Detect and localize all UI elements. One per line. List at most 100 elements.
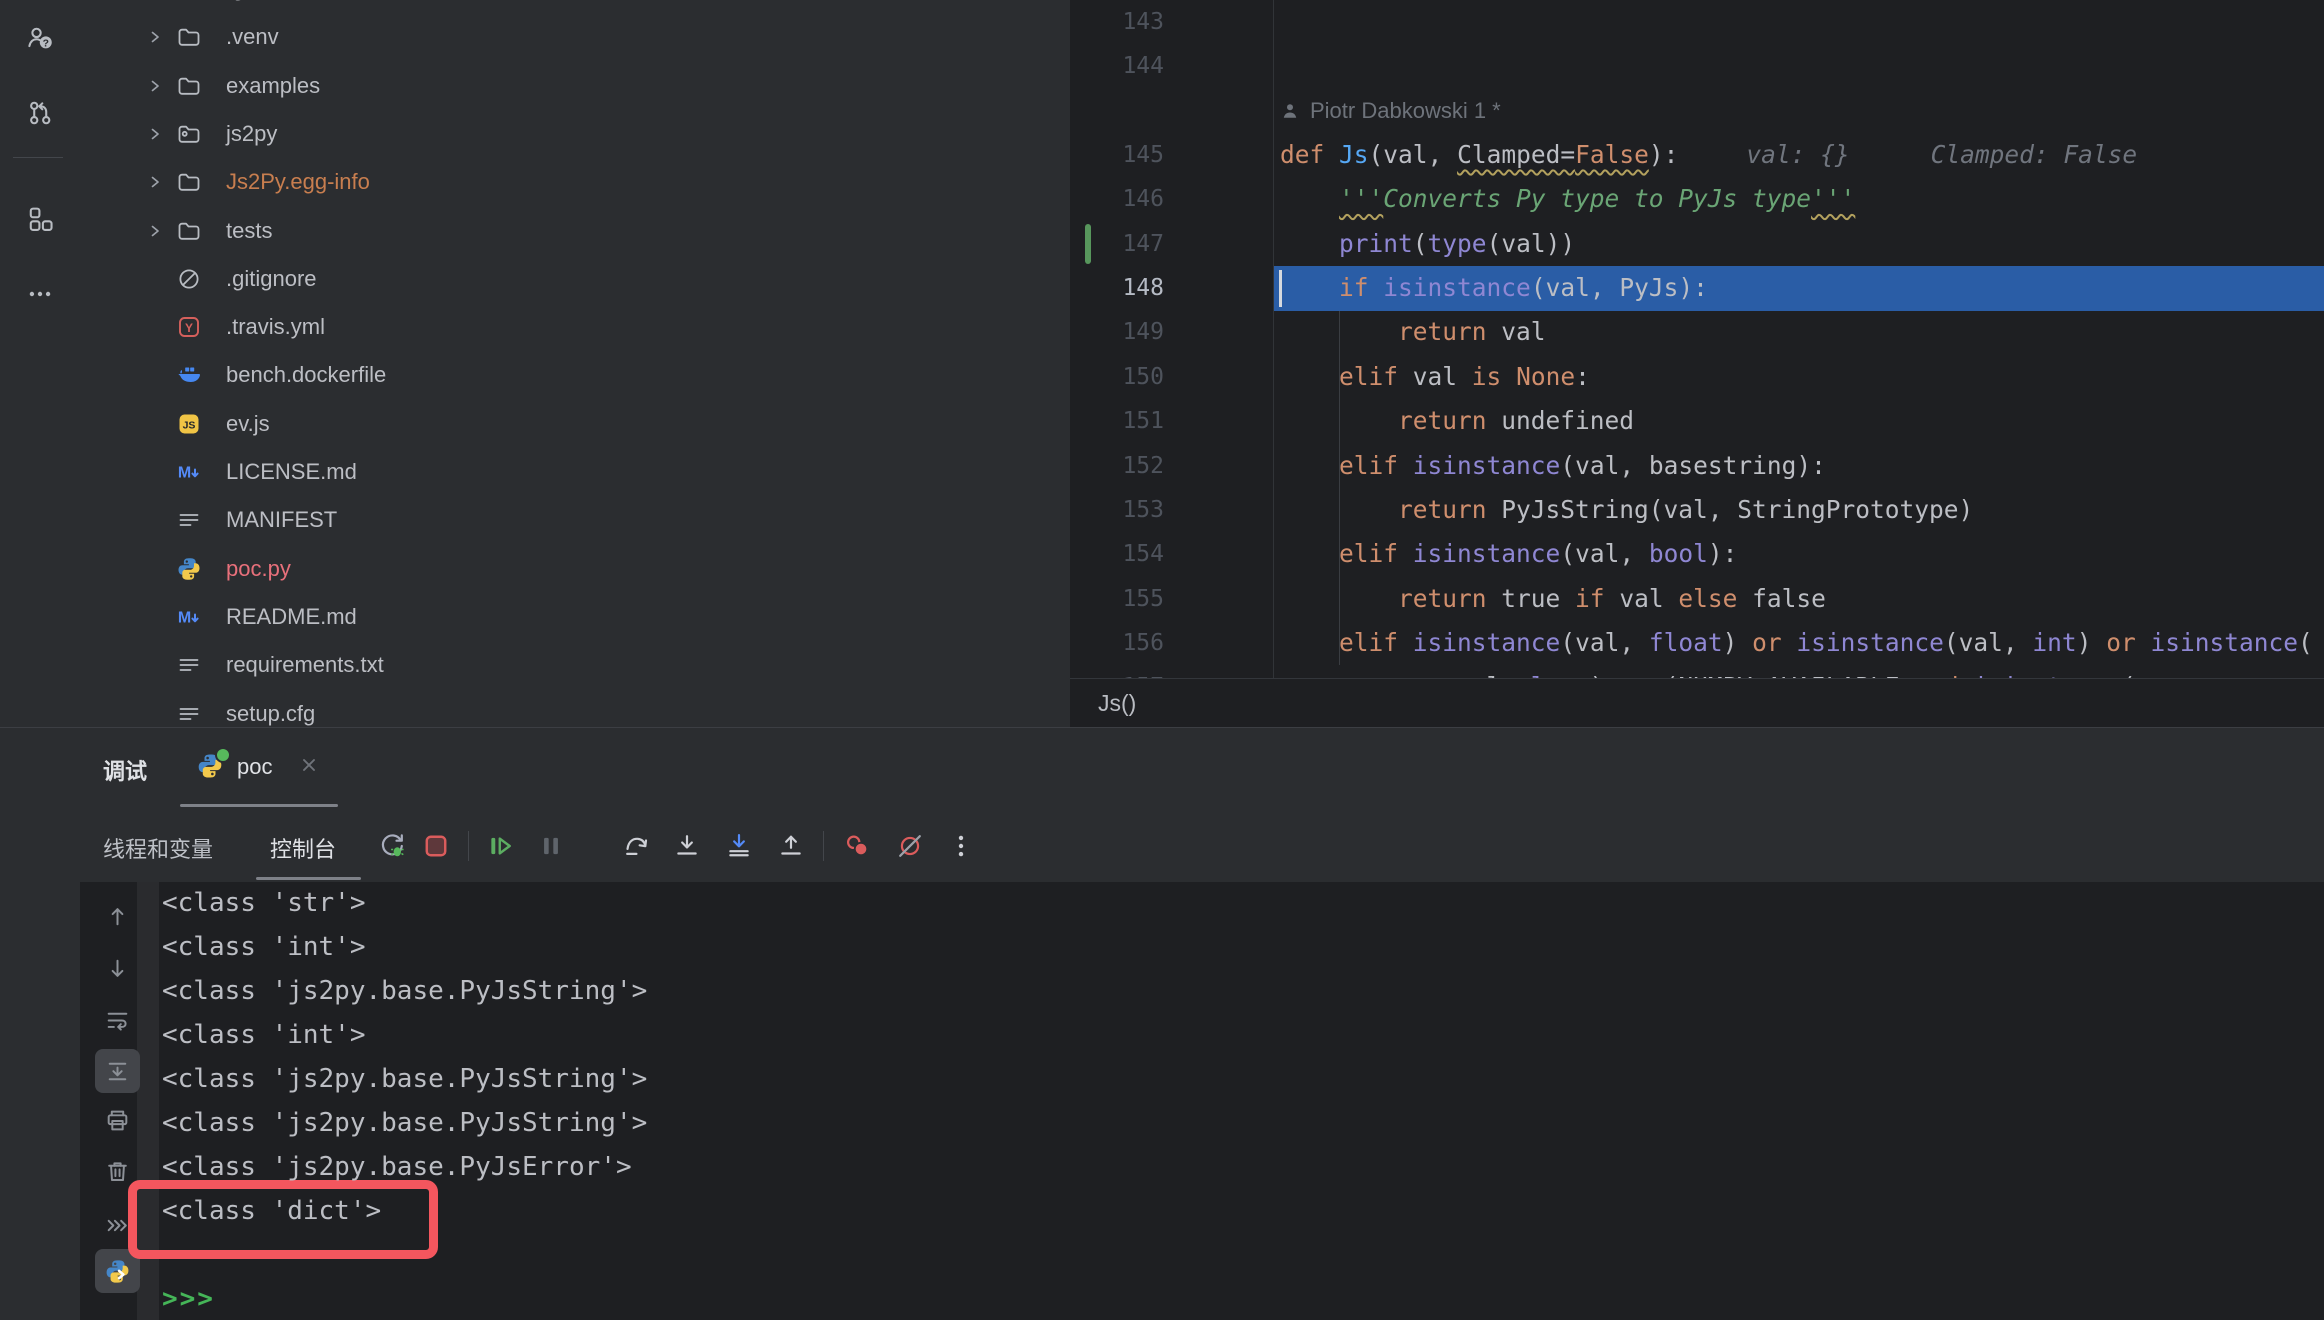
project-tree-panel[interactable]: .github .venv examplesjs2pyJs2Py.egg-info t… [80, 0, 1070, 727]
rerun-icon[interactable] [377, 831, 407, 861]
yaml-travis-icon: Y [176, 314, 202, 340]
up-icon[interactable] [104, 903, 131, 930]
chevron-right-icon[interactable] [146, 125, 164, 143]
line-number-150: 150 [1070, 355, 1164, 399]
user-help-icon[interactable]: ? [14, 12, 66, 64]
folder-icon [176, 24, 202, 50]
tree-item-label: js2py [226, 112, 277, 156]
code-editor[interactable]: Piotr Dabkowski 1 *def Js(val, Clamped=F… [1070, 0, 2324, 678]
view-breakpoints-icon[interactable] [843, 831, 873, 861]
tree-item-requirements-txt[interactable]: requirements.txt [80, 643, 1070, 687]
stop-icon[interactable] [421, 831, 451, 861]
text-file-icon [176, 507, 202, 533]
tree-item--gitignore[interactable]: .gitignore [80, 257, 1070, 301]
tree-item-js2py[interactable]: js2py [80, 112, 1070, 156]
tree-item-label: requirements.txt [226, 643, 384, 687]
print-icon[interactable] [104, 1107, 131, 1134]
tab-threads-variables[interactable]: 线程和变量 [103, 832, 213, 864]
code-line-146: '''Converts Py type to PyJs type''' [1280, 177, 1855, 221]
line-number-148: 148 [1070, 266, 1164, 310]
text-caret [1279, 270, 1282, 307]
chevron-right-icon[interactable] [146, 28, 164, 46]
tree-item--travis-yml[interactable]: Y.travis.yml [80, 305, 1070, 349]
line-number-149: 149 [1070, 310, 1164, 354]
tree-item-label: poc.py [226, 547, 291, 591]
debug-panel-title: 调试 [103, 754, 147, 786]
line-number-154: 154 [1070, 532, 1164, 576]
tree-item--github[interactable]: .github [80, 0, 1070, 11]
tab-console[interactable]: 控制台 [270, 832, 336, 864]
line-number-155: 155 [1070, 577, 1164, 621]
tree-item-label: tests [226, 209, 272, 253]
tree-item-label: examples [226, 64, 320, 108]
console-output-line: <class 'int'> [162, 925, 366, 969]
toolbar-separator [468, 831, 469, 861]
tree-item-label: .gitignore [226, 257, 317, 301]
markdown-icon: M [176, 459, 202, 485]
svg-text:M: M [178, 465, 191, 482]
code-line-154: elif isinstance(val, bool): [1280, 532, 1737, 576]
pause-icon[interactable] [536, 831, 566, 861]
tree-item-tests[interactable]: tests [80, 209, 1070, 253]
line-number-144: 144 [1070, 44, 1164, 88]
structure-icon[interactable] [14, 193, 66, 245]
javascript-icon: JS [176, 411, 202, 437]
author-annotation: Piotr Dabkowski 1 * [1280, 89, 1501, 133]
tree-item-poc-py[interactable]: poc.py [80, 547, 1070, 591]
svg-text:?: ? [43, 39, 49, 50]
code-line-151: return undefined [1280, 399, 1634, 443]
line-number-156: 156 [1070, 621, 1164, 665]
git-graph-icon[interactable] [14, 87, 66, 139]
code-line-148: if isinstance(val, PyJs): [1280, 266, 1708, 310]
more-icon[interactable] [14, 268, 66, 320]
code-line-155: return true if val else false [1280, 577, 1826, 621]
code-line-150: elif val is None: [1280, 355, 1590, 399]
step-into-icon[interactable] [672, 831, 702, 861]
tree-item-examples[interactable]: examples [80, 64, 1070, 108]
chevron-right-icon[interactable] [146, 77, 164, 95]
chevron-right-icon[interactable] [146, 173, 164, 191]
resume-icon[interactable] [485, 831, 515, 861]
more-vertical-icon[interactable] [946, 831, 976, 861]
code-line-152: elif isinstance(val, basestring): [1280, 444, 1826, 488]
svg-text:JS: JS [183, 419, 196, 431]
step-over-icon[interactable] [622, 831, 652, 861]
console-output-line: <class 'js2py.base.PyJsString'> [162, 1057, 647, 1101]
session-tab-poc[interactable]: poc [237, 754, 272, 780]
tree-item-readme-md[interactable]: MREADME.md [80, 595, 1070, 639]
tree-item-label: MANIFEST [226, 498, 337, 542]
force-step-into-icon[interactable] [724, 831, 754, 861]
tree-item-js2py-egg-info[interactable]: Js2Py.egg-info [80, 160, 1070, 204]
tree-item-label: .github [226, 0, 292, 11]
tree-item-manifest[interactable]: MANIFEST [80, 498, 1070, 542]
text-file-icon [176, 701, 202, 727]
console-output-line: <class 'js2py.base.PyJsError'> [162, 1145, 632, 1189]
tree-item-ev-js[interactable]: JS ev.js [80, 402, 1070, 446]
scroll-to-end-icon[interactable] [104, 1058, 131, 1085]
console-tab-indicator [256, 877, 361, 880]
mute-breakpoints-icon[interactable] [895, 831, 925, 861]
sidebar-divider [13, 157, 63, 158]
line-number-152: 152 [1070, 444, 1164, 488]
clear-icon[interactable] [104, 1158, 131, 1185]
breadcrumb-item[interactable]: Js() [1098, 690, 1136, 716]
line-number-151: 151 [1070, 399, 1164, 443]
console-output-line: <class 'js2py.base.PyJsString'> [162, 969, 647, 1013]
code-line-149: return val [1280, 310, 1546, 354]
tree-item-label: ev.js [226, 402, 270, 446]
tree-item-setup-cfg[interactable]: setup.cfg [80, 692, 1070, 728]
tree-item-license-md[interactable]: MLICENSE.md [80, 450, 1070, 494]
expand-icon[interactable] [104, 1212, 131, 1239]
soft-wrap-icon[interactable] [104, 1007, 131, 1034]
folder-icon [176, 0, 202, 2]
tree-item-bench-dockerfile[interactable]: bench.dockerfile [80, 353, 1070, 397]
running-indicator [215, 747, 231, 763]
step-out-icon[interactable] [776, 831, 806, 861]
tree-item--venv[interactable]: .venv [80, 15, 1070, 59]
chevron-right-icon[interactable] [146, 222, 164, 240]
down-icon[interactable] [104, 955, 131, 982]
close-icon[interactable] [296, 752, 322, 778]
breadcrumb[interactable]: Js() [1070, 678, 2324, 727]
console-output-line: <class 'int'> [162, 1013, 366, 1057]
python-console-icon[interactable] [104, 1258, 131, 1285]
